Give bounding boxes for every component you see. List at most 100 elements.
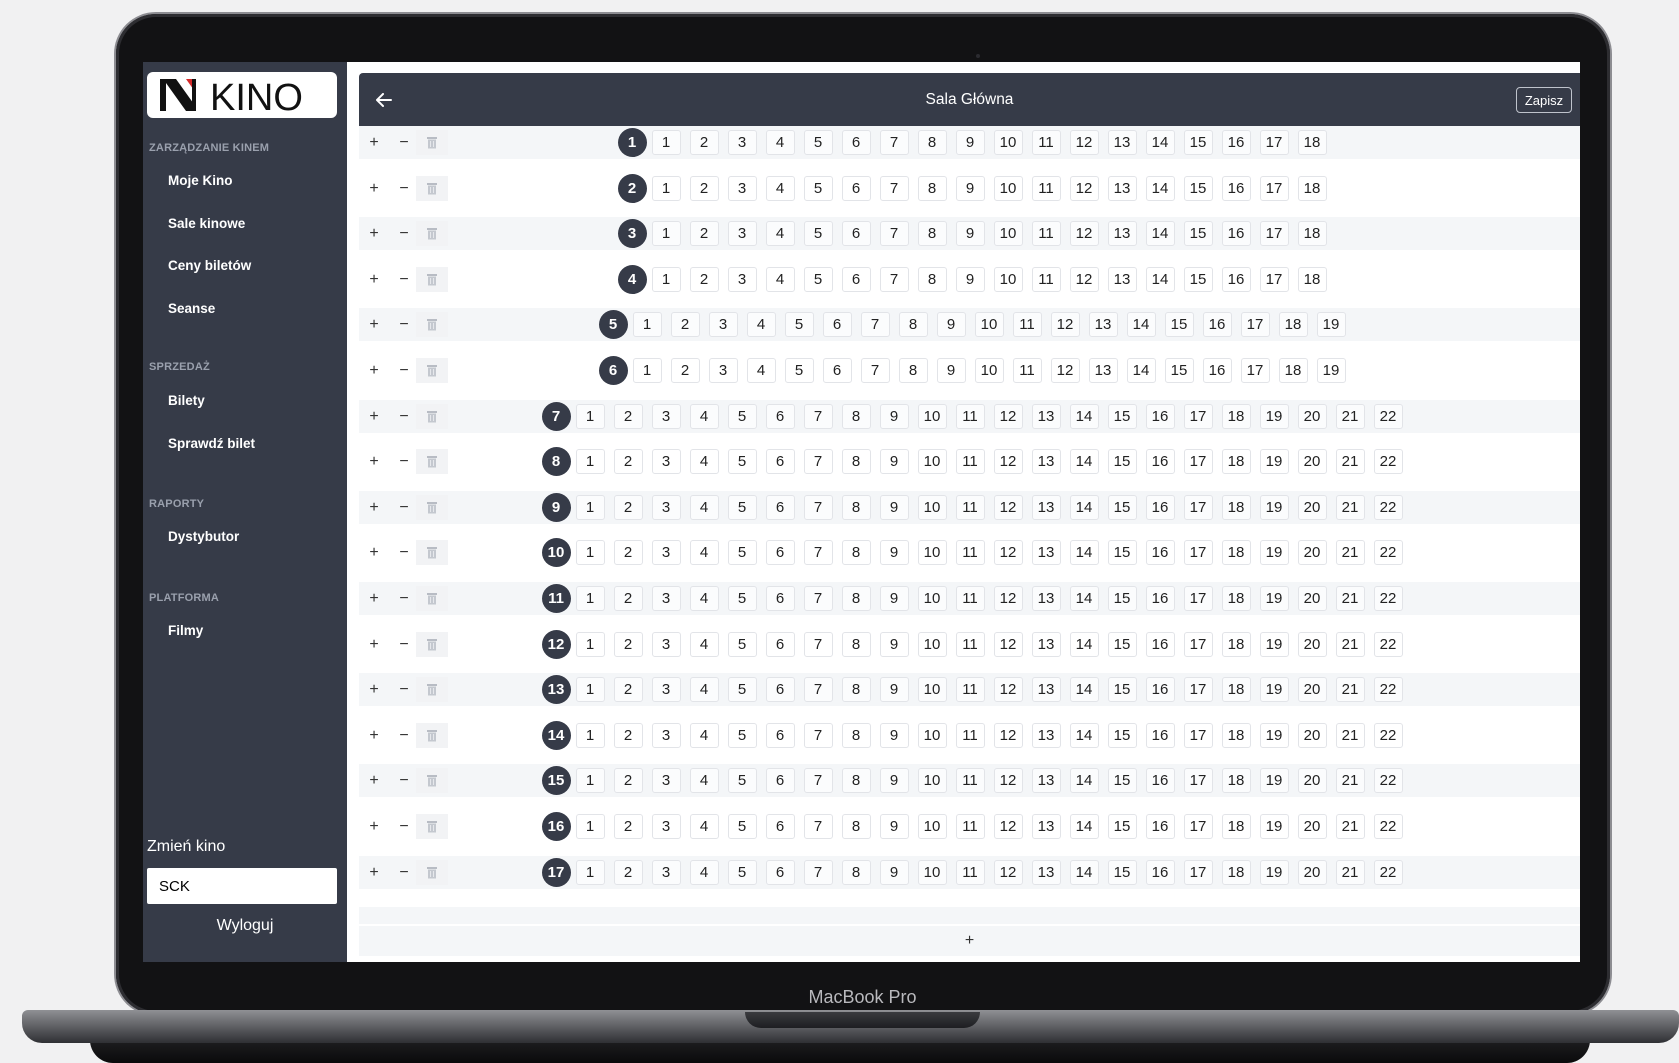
seat-cell[interactable]: 22 — [1373, 494, 1403, 520]
seat-cell[interactable]: 2 — [613, 586, 643, 611]
seat-cell[interactable]: 13 — [1031, 814, 1061, 839]
seat-cell[interactable]: 10 — [993, 130, 1023, 155]
seat-cell[interactable]: 13 — [1031, 403, 1061, 429]
seat-cell[interactable]: 13 — [1031, 677, 1061, 703]
seat-cell[interactable]: 4 — [765, 221, 795, 247]
seat-cell[interactable]: 1 — [575, 859, 605, 885]
remove-seat-button[interactable]: − — [395, 134, 413, 152]
seat-cell[interactable]: 21 — [1335, 859, 1365, 885]
seat-cell[interactable]: 10 — [917, 403, 947, 429]
seat-cell[interactable]: 2 — [613, 677, 643, 703]
seat-cell[interactable]: 16 — [1145, 677, 1175, 703]
nav-item-distributor[interactable]: Dystybutor — [168, 529, 239, 544]
trash-icon[interactable] — [416, 312, 448, 338]
add-seat-button[interactable]: + — [365, 818, 383, 836]
add-seat-button[interactable]: + — [365, 225, 383, 243]
seat-cell[interactable]: 7 — [803, 768, 833, 794]
seat-cell[interactable]: 2 — [613, 814, 643, 839]
seat-cell[interactable]: 2 — [613, 403, 643, 429]
seat-cell[interactable]: 12 — [993, 677, 1023, 703]
seat-cell[interactable]: 1 — [575, 449, 605, 475]
seat-cell[interactable]: 15 — [1107, 631, 1137, 657]
seat-cell[interactable]: 22 — [1373, 677, 1403, 703]
trash-icon[interactable] — [416, 631, 448, 657]
seat-cell[interactable]: 11 — [955, 449, 985, 475]
seat-cell[interactable]: 14 — [1126, 312, 1156, 338]
nav-item-halls[interactable]: Sale kinowe — [168, 216, 245, 231]
seat-cell[interactable]: 17 — [1183, 631, 1213, 657]
trash-icon[interactable] — [416, 586, 448, 611]
seat-cell[interactable]: 3 — [727, 130, 757, 155]
seat-cell[interactable]: 22 — [1373, 403, 1403, 429]
seat-cell[interactable]: 17 — [1259, 130, 1289, 155]
seat-cell[interactable]: 9 — [879, 540, 909, 566]
seat-cell[interactable]: 4 — [746, 312, 776, 338]
seat-cell[interactable]: 22 — [1373, 586, 1403, 611]
remove-seat-button[interactable]: − — [395, 772, 413, 790]
trash-icon[interactable] — [416, 358, 448, 383]
seat-cell[interactable]: 20 — [1297, 631, 1327, 657]
seat-cell[interactable]: 20 — [1297, 814, 1327, 839]
seat-cell[interactable]: 6 — [822, 312, 852, 338]
seat-cell[interactable]: 21 — [1335, 494, 1365, 520]
seat-cell[interactable]: 11 — [1012, 312, 1042, 338]
seat-cell[interactable]: 7 — [803, 403, 833, 429]
seat-cell[interactable]: 11 — [955, 722, 985, 748]
seat-cell[interactable]: 15 — [1107, 859, 1137, 885]
seat-cell[interactable]: 3 — [651, 722, 681, 748]
seat-cell[interactable]: 5 — [727, 494, 757, 520]
seat-cell[interactable]: 12 — [993, 449, 1023, 475]
add-row-button[interactable]: + — [965, 932, 974, 950]
seat-cell[interactable]: 16 — [1145, 631, 1175, 657]
seat-cell[interactable]: 18 — [1297, 175, 1327, 201]
seat-cell[interactable]: 7 — [879, 175, 909, 201]
seat-cell[interactable]: 11 — [1031, 266, 1061, 292]
trash-icon[interactable] — [416, 449, 448, 475]
seat-cell[interactable]: 9 — [879, 449, 909, 475]
seat-cell[interactable]: 7 — [803, 540, 833, 566]
seat-cell[interactable]: 20 — [1297, 403, 1327, 429]
seat-cell[interactable]: 5 — [803, 175, 833, 201]
seat-cell[interactable]: 6 — [765, 859, 795, 885]
seat-cell[interactable]: 8 — [841, 494, 871, 520]
nav-item-tickets[interactable]: Bilety — [168, 393, 205, 408]
seat-cell[interactable]: 11 — [955, 494, 985, 520]
nav-item-films[interactable]: Filmy — [168, 623, 203, 638]
seat-cell[interactable]: 2 — [613, 449, 643, 475]
seat-cell[interactable]: 14 — [1069, 449, 1099, 475]
seat-cell[interactable]: 15 — [1183, 221, 1213, 247]
add-seat-button[interactable]: + — [365, 727, 383, 745]
seat-cell[interactable]: 17 — [1259, 266, 1289, 292]
seat-cell[interactable]: 2 — [689, 175, 719, 201]
seat-cell[interactable]: 5 — [727, 677, 757, 703]
trash-icon[interactable] — [416, 540, 448, 566]
trash-icon[interactable] — [416, 814, 448, 839]
seat-cell[interactable]: 22 — [1373, 540, 1403, 566]
seat-cell[interactable]: 18 — [1278, 358, 1308, 383]
seat-cell[interactable]: 18 — [1297, 130, 1327, 155]
trash-icon[interactable] — [416, 722, 448, 748]
seat-cell[interactable]: 13 — [1031, 768, 1061, 794]
seat-cell[interactable]: 8 — [917, 266, 947, 292]
seat-cell[interactable]: 21 — [1335, 586, 1365, 611]
seat-cell[interactable]: 3 — [651, 677, 681, 703]
seat-cell[interactable]: 16 — [1145, 768, 1175, 794]
seat-cell[interactable]: 6 — [765, 722, 795, 748]
seat-cell[interactable]: 20 — [1297, 586, 1327, 611]
seat-cell[interactable]: 7 — [803, 631, 833, 657]
seat-cell[interactable]: 9 — [879, 814, 909, 839]
seat-cell[interactable]: 19 — [1259, 814, 1289, 839]
seat-cell[interactable]: 8 — [917, 175, 947, 201]
seat-cell[interactable]: 19 — [1259, 631, 1289, 657]
seat-cell[interactable]: 17 — [1183, 722, 1213, 748]
add-seat-button[interactable]: + — [365, 271, 383, 289]
seat-cell[interactable]: 4 — [746, 358, 776, 383]
seat-cell[interactable]: 9 — [879, 722, 909, 748]
seat-cell[interactable]: 5 — [803, 221, 833, 247]
seat-cell[interactable]: 5 — [784, 312, 814, 338]
seat-cell[interactable]: 1 — [651, 221, 681, 247]
seat-cell[interactable]: 16 — [1221, 221, 1251, 247]
seat-cell[interactable]: 10 — [917, 631, 947, 657]
add-seat-button[interactable]: + — [365, 544, 383, 562]
seat-cell[interactable]: 1 — [575, 631, 605, 657]
